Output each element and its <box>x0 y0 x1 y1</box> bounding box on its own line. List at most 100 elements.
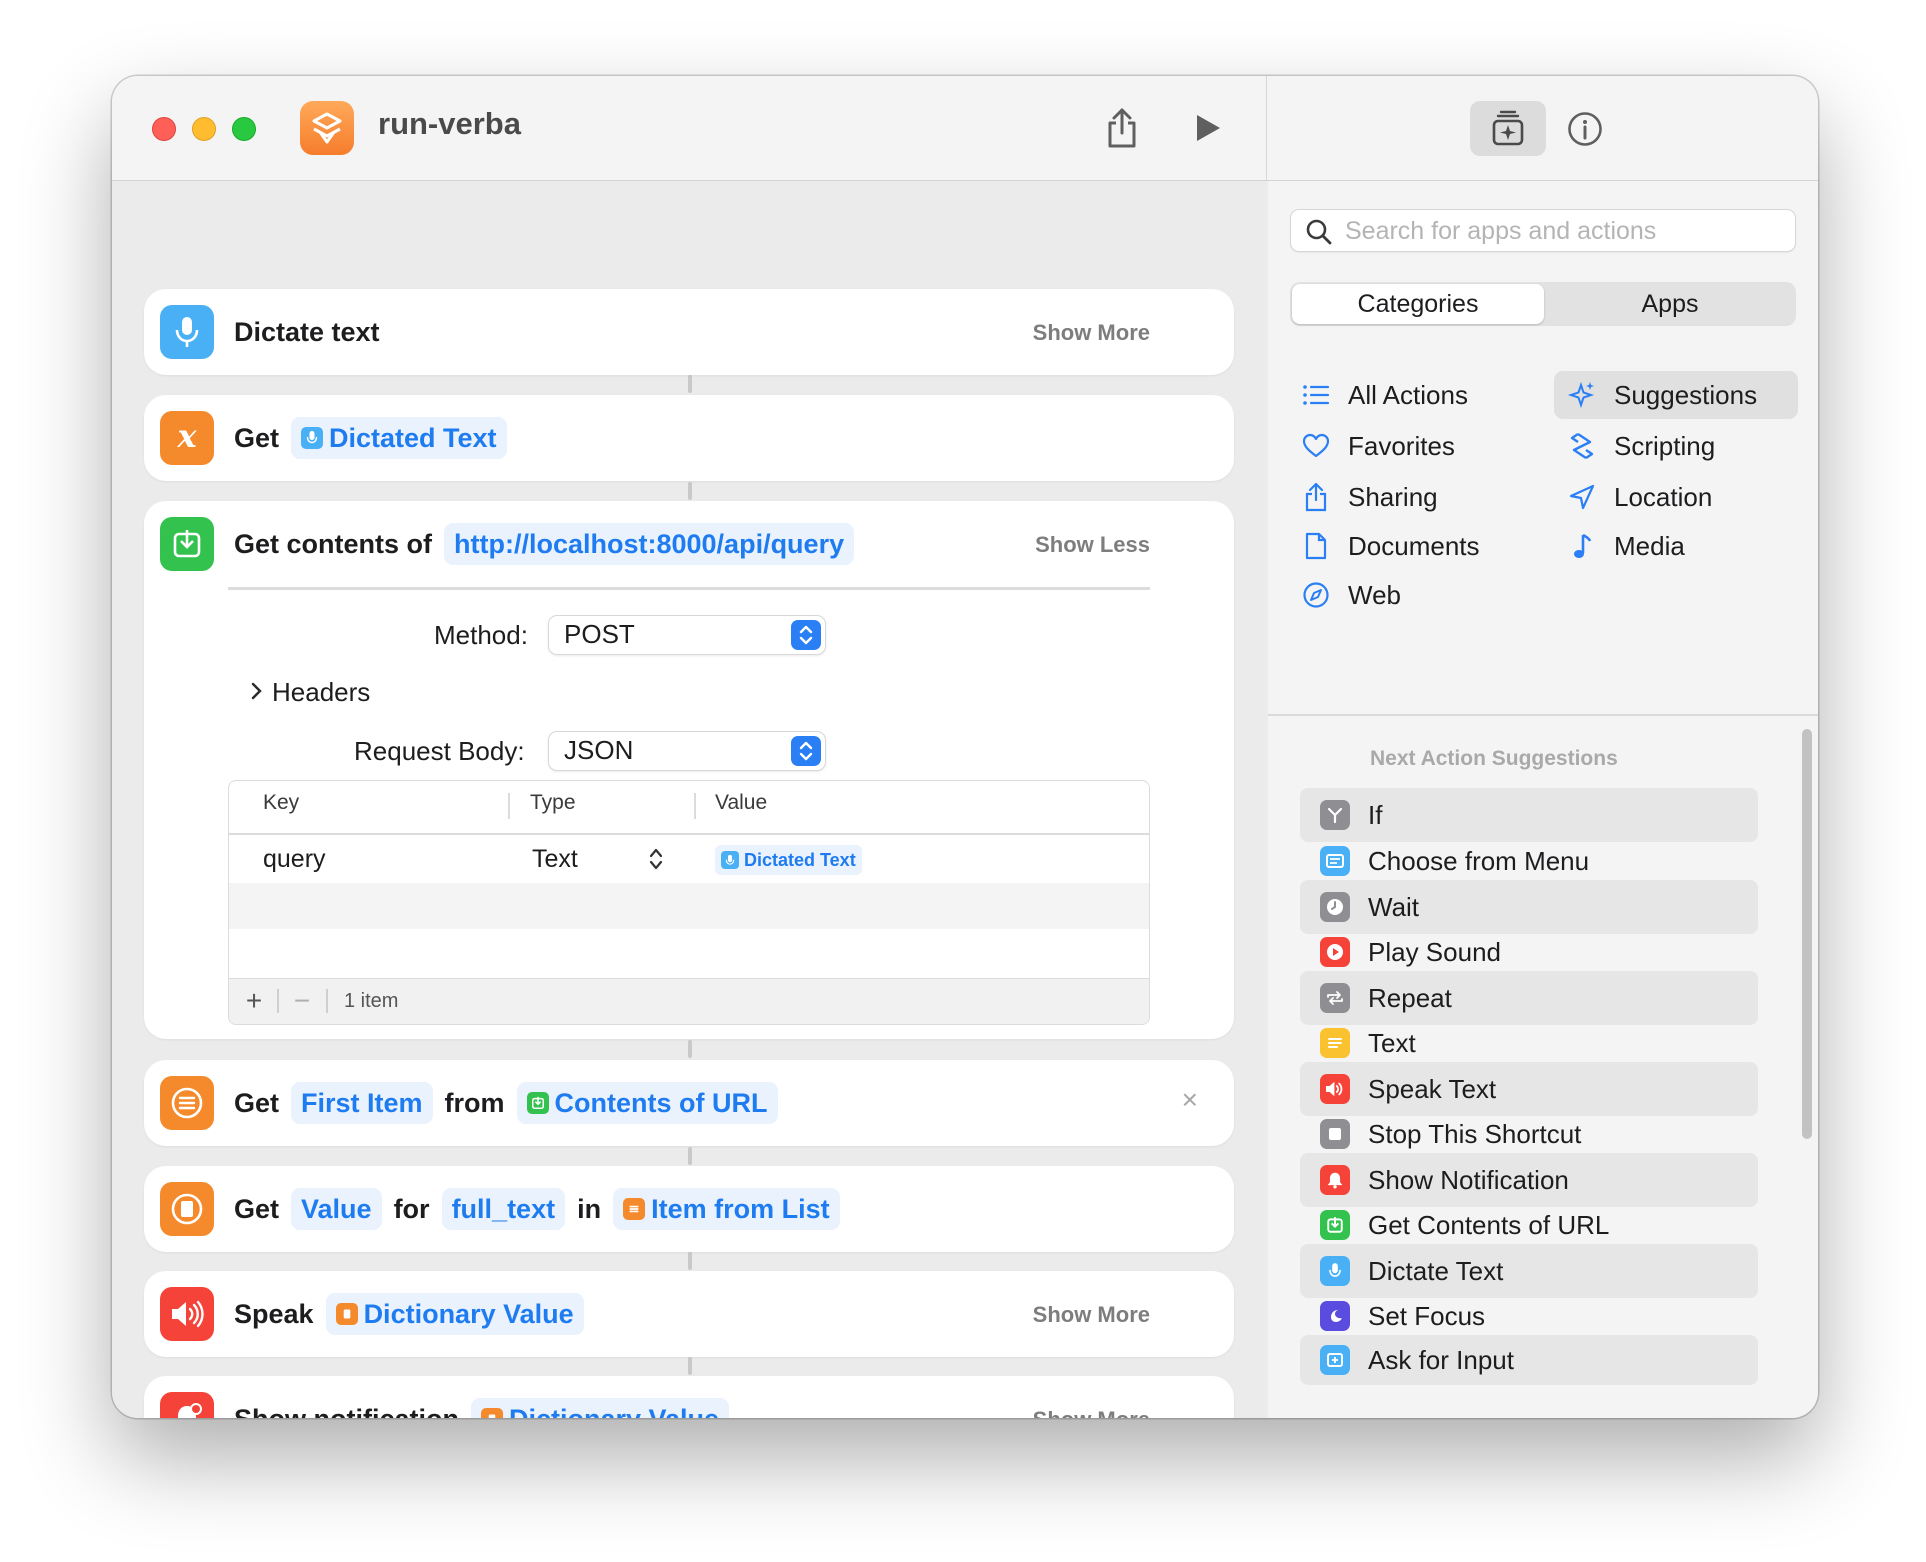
footer-separator <box>277 989 279 1013</box>
variable-token-dictated-text[interactable]: Dictated Text <box>715 845 862 875</box>
minimize-window-button[interactable] <box>192 117 216 141</box>
show-more-button[interactable]: Show More <box>1033 320 1150 346</box>
location-icon <box>1566 481 1598 513</box>
sparkle-icon <box>1566 379 1598 411</box>
action-library-icon[interactable] <box>1470 101 1546 156</box>
action-connector <box>688 375 692 393</box>
action-get-dictionary-value[interactable]: Get Value for full_text in Item from Lis… <box>144 1166 1234 1252</box>
type-stepper-icon[interactable] <box>647 845 667 875</box>
stop-icon <box>1320 1119 1350 1149</box>
search-field[interactable]: Search for apps and actions <box>1290 209 1796 252</box>
token-label: Dictionary Value <box>363 1298 574 1329</box>
variable-token-dictated-text[interactable]: Dictated Text <box>291 417 507 459</box>
variable-token-contents-of-url[interactable]: Contents of URL <box>516 1082 778 1124</box>
repeat-icon <box>1320 983 1350 1013</box>
action-row: Get Dictated Text <box>234 416 519 460</box>
action-get-variable[interactable]: x Get Dictated Text <box>144 395 1234 481</box>
action-verb: Get <box>234 1087 280 1118</box>
category-label: Location <box>1614 481 1713 512</box>
show-less-button[interactable]: Show Less <box>1035 532 1150 558</box>
zoom-window-button[interactable] <box>232 117 256 141</box>
remove-row-button[interactable]: − <box>287 985 317 1016</box>
text-icon <box>1320 1028 1350 1058</box>
scrollbar-thumb[interactable] <box>1802 729 1812 1139</box>
list-icon <box>623 1198 646 1220</box>
chevron-right-icon[interactable] <box>250 676 270 706</box>
suggestion-label: Dictate Text <box>1368 1255 1504 1286</box>
speaker-icon <box>1320 1074 1350 1104</box>
action-connector <box>688 482 692 500</box>
action-word: in <box>577 1193 602 1224</box>
play-sound-icon <box>1320 937 1350 967</box>
suggestion-ask-for-input[interactable]: Ask for Input <box>1300 1335 1758 1385</box>
show-more-button[interactable]: Show More <box>1033 1302 1150 1328</box>
suggestions-scrollbar[interactable] <box>1799 727 1814 1418</box>
method-value: POST <box>564 619 635 649</box>
close-window-button[interactable] <box>152 117 176 141</box>
action-connector <box>688 1040 692 1058</box>
share-icon[interactable] <box>1100 104 1144 152</box>
category-label: Web <box>1348 579 1401 610</box>
action-speak-text[interactable]: Speak Dictionary Value Show More <box>144 1271 1234 1357</box>
category-all-actions[interactable]: All Actions <box>1288 371 1528 419</box>
category-location[interactable]: Location <box>1554 473 1798 521</box>
add-row-button[interactable]: + <box>239 985 269 1016</box>
suggestion-label: If <box>1368 799 1383 830</box>
action-row: Get Value for full_text in Item from Lis… <box>234 1187 852 1231</box>
heart-icon <box>1300 430 1332 462</box>
category-favorites[interactable]: Favorites <box>1288 422 1528 470</box>
suggestion-label: Speak Text <box>1368 1073 1497 1104</box>
action-get-item-from-list[interactable]: Get First Item from Contents of URL × <box>144 1060 1234 1146</box>
category-scripting[interactable]: Scripting <box>1554 422 1798 470</box>
tab-categories[interactable]: Categories <box>1292 284 1544 324</box>
show-more-button[interactable]: Show More <box>1033 1407 1150 1418</box>
action-dictate-text[interactable]: Dictate text Show More <box>144 289 1234 375</box>
parameters-divider <box>228 587 1150 590</box>
category-suggestions[interactable]: Suggestions <box>1554 371 1798 419</box>
action-verb: Get contents of <box>234 528 433 559</box>
info-icon[interactable] <box>1565 109 1605 149</box>
microphone-icon <box>721 851 739 869</box>
category-documents[interactable]: Documents <box>1288 522 1528 570</box>
category-label: Suggestions <box>1614 379 1758 410</box>
delete-action-button[interactable]: × <box>1182 1084 1198 1116</box>
title-bar: run-verba <box>112 76 1266 181</box>
value-token[interactable]: Value <box>291 1188 382 1230</box>
table-row[interactable]: query Text Dictated Text <box>229 835 1149 883</box>
microphone-icon <box>160 305 214 359</box>
shortcut-title[interactable]: run-verba <box>378 106 521 142</box>
suggestion-label: Set Focus <box>1368 1300 1486 1331</box>
request-body-popup[interactable]: JSON <box>548 731 826 771</box>
shortcut-editor: Dictate text Show More x Get Dictated Te… <box>112 181 1266 1418</box>
share-icon <box>1300 481 1332 513</box>
download-icon <box>160 517 214 571</box>
tab-apps[interactable]: Apps <box>1546 284 1794 324</box>
action-get-contents-of-url[interactable]: Get contents of http://localhost:8000/ap… <box>144 501 1234 1039</box>
play-icon[interactable] <box>1188 106 1228 150</box>
variable-token-item-from-list[interactable]: Item from List <box>613 1188 840 1230</box>
sidebar-divider <box>1268 714 1818 716</box>
action-show-notification[interactable]: Show notification Dictionary Value Show … <box>144 1376 1234 1418</box>
suggestion-label: Play Sound <box>1368 936 1501 967</box>
variable-token-dictionary-value[interactable]: Dictionary Value <box>325 1293 584 1335</box>
url-token[interactable]: http://localhost:8000/api/query <box>444 523 855 565</box>
row-type[interactable]: Text <box>532 845 578 874</box>
row-key[interactable]: query <box>263 845 326 874</box>
category-web[interactable]: Web <box>1288 571 1528 619</box>
bell-icon <box>160 1392 214 1418</box>
variable-icon: x <box>160 411 214 465</box>
category-sharing[interactable]: Sharing <box>1288 473 1528 521</box>
request-body-label: Request Body: <box>354 736 525 766</box>
first-item-token[interactable]: First Item <box>291 1082 433 1124</box>
suggestion-label: Wait <box>1368 891 1420 922</box>
key-token[interactable]: full_text <box>441 1188 566 1230</box>
variable-token-dictionary-value[interactable]: Dictionary Value <box>470 1398 730 1418</box>
speaker-icon <box>160 1287 214 1341</box>
method-popup[interactable]: POST <box>548 615 826 655</box>
shortcut-app-icon[interactable] <box>300 101 354 155</box>
json-body-table: Key Type Value query Text Dictated Text <box>228 780 1150 1025</box>
action-verb: Get <box>234 422 280 453</box>
headers-disclosure[interactable]: Headers <box>272 677 370 708</box>
category-label: Favorites <box>1348 430 1455 461</box>
category-media[interactable]: Media <box>1554 522 1798 570</box>
